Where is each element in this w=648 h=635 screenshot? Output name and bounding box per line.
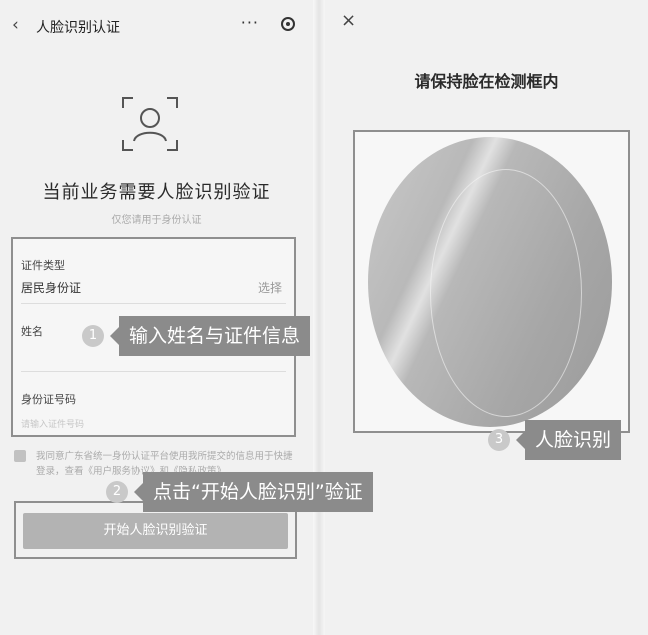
callout-step-1: 1 输入姓名与证件信息 xyxy=(82,316,311,356)
name-label: 姓名 xyxy=(21,325,43,338)
page-title: 人脸识别认证 xyxy=(36,20,120,36)
divider xyxy=(21,371,286,372)
id-type-label: 证件类型 xyxy=(21,259,65,272)
callout-step-3: 3 人脸识别 xyxy=(488,420,622,460)
detect-title: 请保持脸在检测框内 xyxy=(414,72,559,91)
id-number-input[interactable]: 请输入证件号码 xyxy=(21,417,84,430)
callout-arrow xyxy=(516,431,525,449)
face-camera-view xyxy=(368,137,612,427)
callout-text: 人脸识别 xyxy=(525,420,622,460)
page-divider xyxy=(313,0,325,635)
face-detect-screen: × 请保持脸在检测框内 xyxy=(325,0,648,635)
face-guide-outline xyxy=(430,169,582,417)
callout-arrow xyxy=(110,327,119,345)
id-type-select[interactable]: 选择 xyxy=(258,279,282,296)
callout-arrow xyxy=(134,483,143,501)
callout-text: 输入姓名与证件信息 xyxy=(119,316,311,356)
callout-step-2: 2 点击“开始人脸识别”验证 xyxy=(106,472,373,512)
divider xyxy=(21,303,286,304)
step-number: 3 xyxy=(488,429,510,451)
face-detect-frame xyxy=(353,130,630,433)
id-number-label: 身份证号码 xyxy=(21,393,76,406)
id-type-value[interactable]: 居民身份证 xyxy=(21,279,81,296)
back-icon[interactable]: ‹ xyxy=(12,15,19,35)
face-scan-icon xyxy=(121,96,179,152)
agreement-checkbox[interactable] xyxy=(14,450,26,462)
more-icon[interactable]: ··· xyxy=(241,13,259,32)
nav-bar: ‹ 人脸识别认证 ··· xyxy=(10,13,299,38)
target-icon[interactable] xyxy=(281,17,295,31)
close-icon[interactable]: × xyxy=(341,10,356,31)
subline: 仅您请用于身份认证 xyxy=(111,215,202,226)
step-number: 2 xyxy=(106,481,128,503)
step-number: 1 xyxy=(82,325,104,347)
headline: 当前业务需要人脸识别验证 xyxy=(42,182,271,203)
callout-text: 点击“开始人脸识别”验证 xyxy=(143,472,373,512)
start-face-verify-button[interactable]: 开始人脸识别验证 xyxy=(23,513,288,549)
